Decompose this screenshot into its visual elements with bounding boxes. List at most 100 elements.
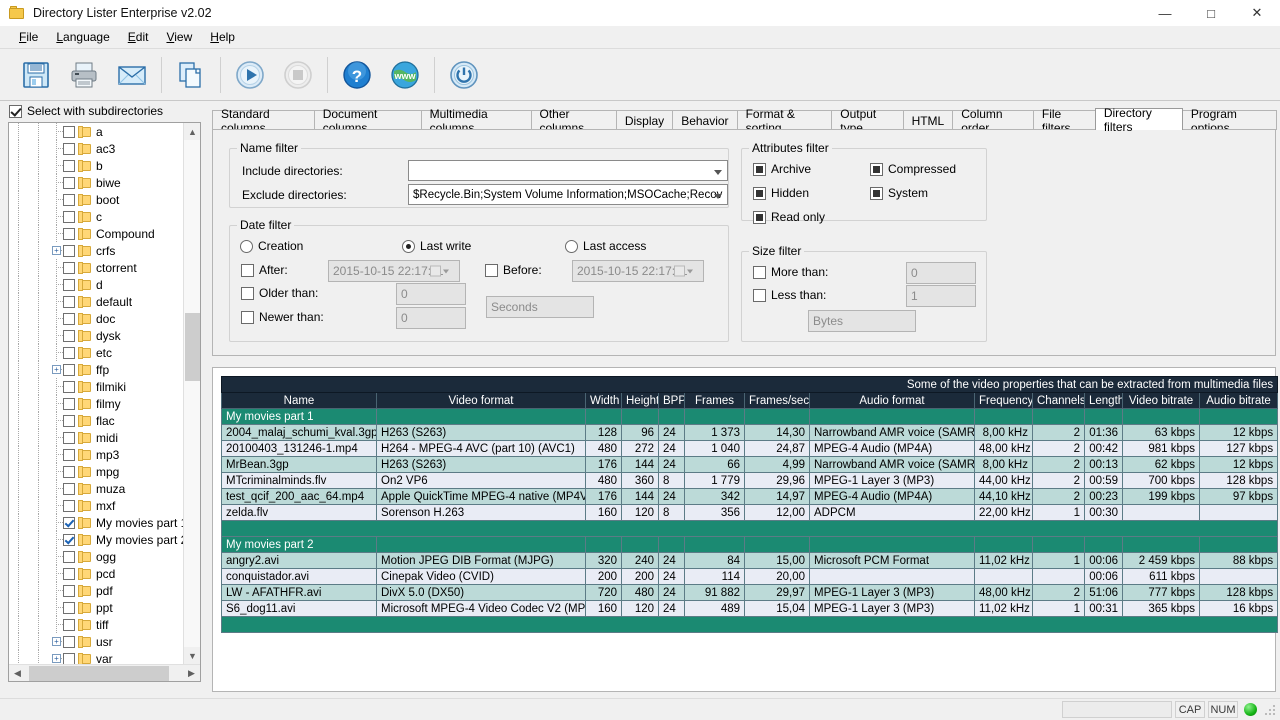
tree-node[interactable]: mp3	[9, 446, 185, 463]
tab-display[interactable]: Display	[616, 110, 673, 130]
column-header-audio-format[interactable]: Audio format	[810, 393, 975, 409]
table-row[interactable]: test_qcif_200_aac_64.mp4Apple QuickTime …	[222, 489, 1278, 505]
directory-tree[interactable]: aac3bbiwebootcCompound+crfsctorrentddefa…	[8, 122, 201, 682]
tree-node-checkbox[interactable]	[63, 517, 75, 529]
tab-html[interactable]: HTML	[903, 110, 954, 130]
column-header-height[interactable]: Height	[622, 393, 659, 409]
tree-node[interactable]: biwe	[9, 174, 185, 191]
column-header-frames[interactable]: Frames	[685, 393, 745, 409]
horizontal-scroll-thumb[interactable]	[29, 666, 169, 681]
tree-node-checkbox[interactable]	[63, 568, 75, 580]
table-row[interactable]: S6_dog11.aviMicrosoft MPEG-4 Video Codec…	[222, 601, 1278, 617]
tree-node-checkbox[interactable]	[63, 279, 75, 291]
column-header-name[interactable]: Name	[222, 393, 377, 409]
tree-node-checkbox[interactable]	[63, 398, 75, 410]
column-header-channels[interactable]: Channels	[1033, 393, 1085, 409]
tab-format-sorting[interactable]: Format & sorting	[737, 110, 833, 130]
vertical-scroll-thumb[interactable]	[185, 313, 200, 381]
tree-node-checkbox[interactable]	[63, 619, 75, 631]
table-row[interactable]: zelda.flvSorenson H.263160120835612,00AD…	[222, 505, 1278, 521]
tree-node-checkbox[interactable]	[63, 602, 75, 614]
tree-node-checkbox[interactable]	[63, 483, 75, 495]
close-button[interactable]: ✕	[1234, 0, 1280, 26]
tree-node-checkbox[interactable]	[63, 653, 75, 665]
tab-program-options[interactable]: Program options	[1182, 110, 1277, 130]
tab-multimedia-columns[interactable]: Multimedia columns	[421, 110, 532, 130]
menu-help[interactable]: Help	[201, 27, 244, 47]
tree-node[interactable]: pdf	[9, 582, 185, 599]
tree-node-checkbox[interactable]	[63, 636, 75, 648]
select-with-subdirectories-checkbox[interactable]: Select with subdirectories	[0, 101, 208, 121]
attribute-hidden-checkbox[interactable]: Hidden	[753, 186, 809, 200]
table-row[interactable]: angry2.aviMotion JPEG DIB Format (MJPG)3…	[222, 553, 1278, 569]
tree-node[interactable]: midi	[9, 429, 185, 446]
tab-directory-filters[interactable]: Directory filters	[1095, 108, 1183, 130]
less-than-input[interactable]: 1	[906, 285, 976, 307]
older-than-checkbox[interactable]: Older than:	[241, 286, 318, 300]
newer-than-checkbox[interactable]: Newer than:	[241, 310, 324, 324]
start-button[interactable]	[226, 53, 274, 97]
tree-node-checkbox[interactable]	[63, 143, 75, 155]
attribute-archive-checkbox[interactable]: Archive	[753, 162, 811, 176]
tree-node-checkbox[interactable]	[63, 551, 75, 563]
save-button[interactable]	[12, 53, 60, 97]
attribute-system-checkbox[interactable]: System	[870, 186, 928, 200]
table-row[interactable]: LW - AFATHFR.aviDivX 5.0 (DX50)720480249…	[222, 585, 1278, 601]
scroll-left-icon[interactable]: ◀	[9, 665, 26, 682]
radio-last-access[interactable]: Last access	[565, 239, 646, 253]
minimize-button[interactable]: —	[1142, 0, 1188, 26]
tree-node-checkbox[interactable]	[63, 211, 75, 223]
menu-view[interactable]: View	[157, 27, 201, 47]
email-button[interactable]	[108, 53, 156, 97]
after-checkbox[interactable]: After:	[241, 263, 288, 277]
tree-node-checkbox[interactable]	[63, 364, 75, 376]
tree-node-checkbox[interactable]	[63, 177, 75, 189]
print-button[interactable]	[60, 53, 108, 97]
tree-node[interactable]: pcd	[9, 565, 185, 582]
tree-node-checkbox[interactable]	[63, 262, 75, 274]
menu-language[interactable]: Language	[47, 27, 118, 47]
chevron-down-icon[interactable]	[714, 170, 722, 175]
include-directories-input[interactable]	[408, 160, 728, 181]
tree-node[interactable]: d	[9, 276, 185, 293]
tree-node[interactable]: flac	[9, 412, 185, 429]
exit-button[interactable]	[440, 53, 488, 97]
tree-node-checkbox[interactable]	[63, 585, 75, 597]
attribute-compressed-checkbox[interactable]: Compressed	[870, 162, 956, 176]
tree-node[interactable]: muza	[9, 480, 185, 497]
help-button[interactable]: ?	[333, 53, 381, 97]
table-row[interactable]: MrBean.3gpH263 (S263)17614424664,99Narro…	[222, 457, 1278, 473]
tree-node-checkbox[interactable]	[63, 330, 75, 342]
tree-node[interactable]: +usr	[9, 633, 185, 650]
tree-node[interactable]: default	[9, 293, 185, 310]
tree-node-checkbox[interactable]	[63, 432, 75, 444]
tab-behavior[interactable]: Behavior	[672, 110, 737, 130]
exclude-directories-input[interactable]: $Recycle.Bin;System Volume Information;M…	[408, 184, 728, 205]
scroll-up-icon[interactable]: ▲	[184, 123, 201, 140]
column-header-bpp[interactable]: BPP	[659, 393, 685, 409]
tab-standard-columns[interactable]: Standard columns	[212, 110, 315, 130]
tree-node-checkbox[interactable]	[63, 347, 75, 359]
less-than-checkbox[interactable]: Less than:	[753, 288, 826, 302]
copy-button[interactable]	[167, 53, 215, 97]
tree-node-checkbox[interactable]	[63, 313, 75, 325]
tree-node[interactable]: +crfs	[9, 242, 185, 259]
more-than-input[interactable]: 0	[906, 262, 976, 284]
tree-node-checkbox[interactable]	[63, 160, 75, 172]
date-unit-select[interactable]: Seconds	[486, 296, 594, 318]
column-header-audio-bitrate[interactable]: Audio bitrate	[1200, 393, 1278, 409]
tree-node[interactable]: filmiki	[9, 378, 185, 395]
before-datepicker-icon[interactable]	[674, 266, 726, 277]
table-row[interactable]: conquistador.aviCinepak Video (CVID)2002…	[222, 569, 1278, 585]
tree-node[interactable]: ogg	[9, 548, 185, 565]
tree-vertical-scrollbar[interactable]: ▲ ▼	[183, 123, 200, 664]
tab-other-columns[interactable]: Other columns	[531, 110, 617, 130]
tree-node[interactable]: mpg	[9, 463, 185, 480]
tree-node-checkbox[interactable]	[63, 534, 75, 546]
tree-node-checkbox[interactable]	[63, 381, 75, 393]
tree-node-checkbox[interactable]	[63, 126, 75, 138]
more-than-checkbox[interactable]: More than:	[753, 265, 828, 279]
tree-node[interactable]: b	[9, 157, 185, 174]
radio-creation[interactable]: Creation	[240, 239, 303, 253]
older-than-input[interactable]: 0	[396, 283, 466, 305]
